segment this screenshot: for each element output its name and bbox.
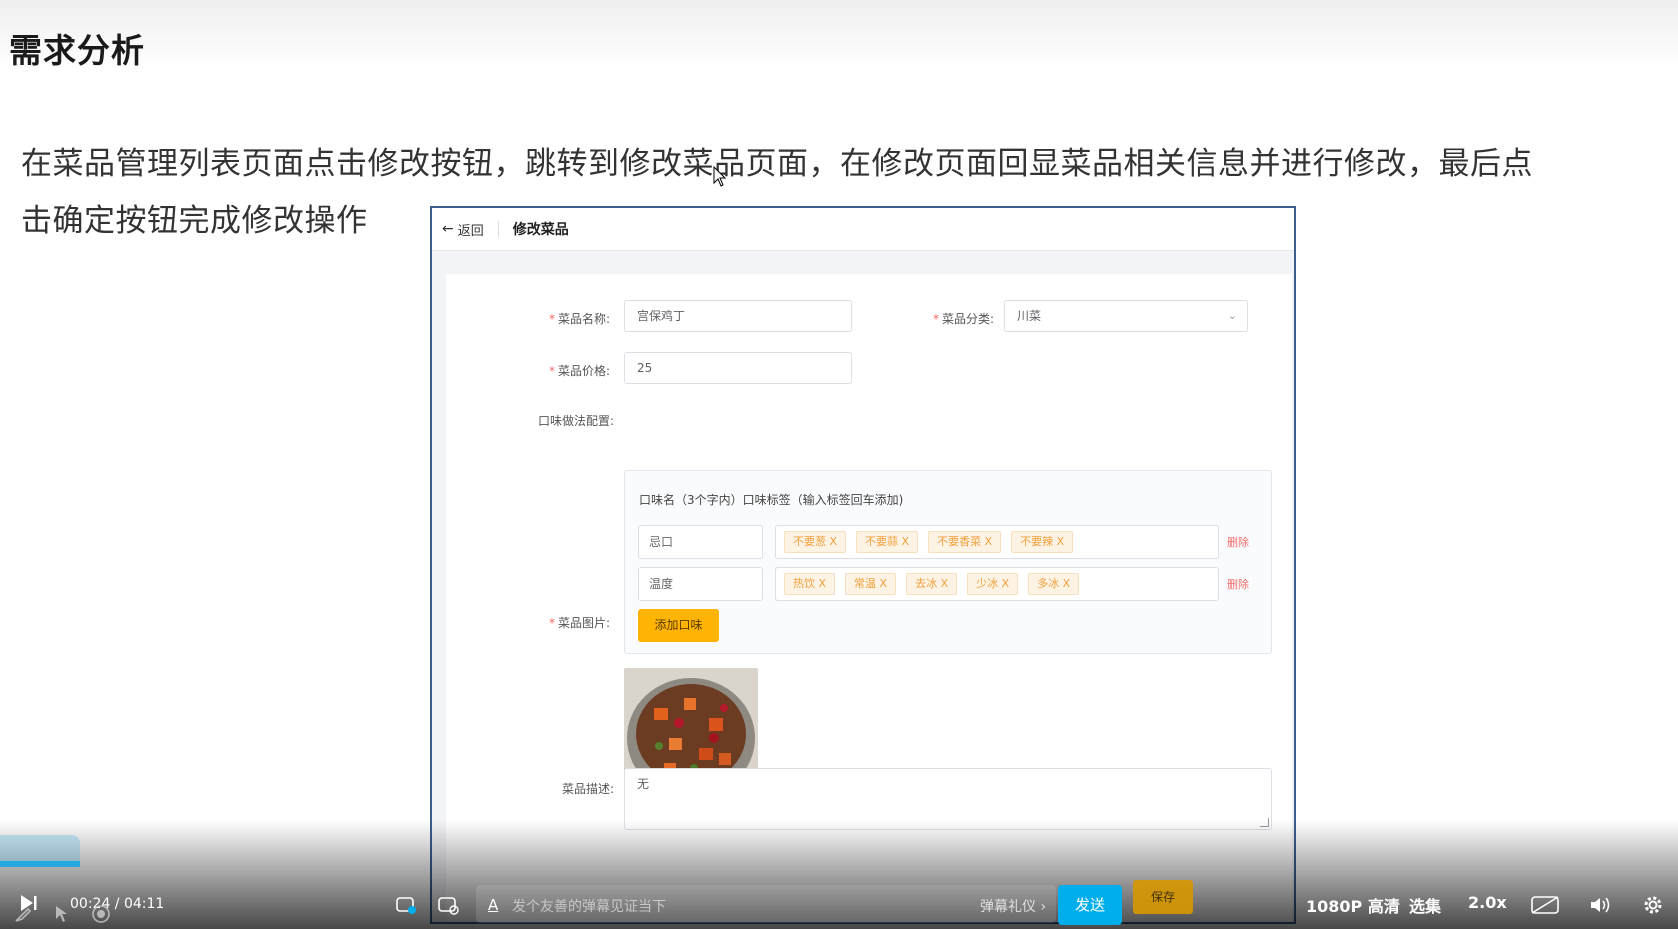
flavor-tag[interactable]: 热饮 X: [784, 573, 836, 595]
arrow-left-icon: ←: [442, 221, 454, 237]
dish-name-input[interactable]: 宫保鸡丁: [624, 300, 852, 332]
flavor-tag[interactable]: 多冰 X: [1028, 573, 1080, 595]
flavor-name-input[interactable]: 忌口: [638, 525, 763, 559]
progress-hover-preview: [0, 835, 80, 861]
back-label: 返回: [457, 223, 484, 239]
flavor-name-input[interactable]: 温度: [638, 567, 763, 601]
danmaku-settings-icon[interactable]: [437, 895, 459, 920]
window-header: ← 返回 修改菜品: [432, 208, 1294, 251]
flavor-config-label: 口味做法配置:: [537, 414, 614, 428]
flavor-tag[interactable]: 不要香菜 X: [928, 531, 1002, 553]
gear-icon[interactable]: [1642, 894, 1664, 921]
danmaku-input[interactable]: 发个友善的弹幕见证当下: [512, 896, 666, 916]
dish-category-select[interactable]: 川菜 ⌄: [1004, 300, 1248, 332]
flavor-tags-input[interactable]: 热饮 X 常温 X 去冰 X 少冰 X 多冰 X: [775, 567, 1219, 601]
flavor-tag[interactable]: 不要辣 X: [1011, 531, 1074, 553]
dish-price-label: * 菜品价格:: [548, 364, 610, 378]
episodes-button[interactable]: 选集: [1409, 893, 1441, 917]
slide-description-line-2: 击确定按钮完成修改操作: [21, 203, 368, 239]
text-style-icon[interactable]: A: [488, 896, 498, 914]
progress-bar-played[interactable]: [0, 861, 80, 867]
flavor-hint: 口味名（3个字内）口味标签（输入标签回车添加): [639, 493, 904, 507]
dish-price-input[interactable]: 25: [624, 352, 852, 384]
category-value: 川菜: [1017, 309, 1042, 323]
save-button[interactable]: 保存: [1133, 880, 1193, 914]
speed-selector[interactable]: 2.0x: [1468, 893, 1507, 912]
delete-flavor-button[interactable]: 删除: [1227, 576, 1249, 592]
total-time: 04:11: [123, 896, 165, 912]
record-icon[interactable]: [91, 904, 111, 929]
pointer-tool-icon[interactable]: [54, 904, 72, 929]
danmaku-etiquette-link[interactable]: 弹幕礼仪 ›: [980, 896, 1046, 916]
chevron-down-icon: ⌄: [1227, 309, 1237, 322]
dish-category-label: * 菜品分类:: [932, 312, 994, 326]
quality-selector[interactable]: 1080P 高清: [1306, 893, 1400, 917]
flavor-tag[interactable]: 不要蒜 X: [856, 531, 919, 553]
back-button[interactable]: ← 返回: [432, 220, 484, 239]
page-title: 修改菜品: [512, 222, 569, 238]
pen-icon[interactable]: [14, 905, 34, 928]
volume-icon[interactable]: [1589, 895, 1613, 920]
edit-dish-window: ← 返回 修改菜品 * 菜品名称: 宫保鸡丁 * 菜品分类: 川菜 ⌄ * 菜品价格:…: [430, 206, 1296, 924]
flavor-tags-input[interactable]: 不要葱 X 不要蒜 X 不要香菜 X 不要辣 X: [775, 525, 1219, 559]
flavor-tag[interactable]: 不要葱 X: [784, 531, 847, 553]
flavor-tag[interactable]: 去冰 X: [906, 573, 958, 595]
subtitle-icon[interactable]: [1530, 895, 1560, 920]
playback-time: 00:24 / 04:11: [70, 896, 164, 912]
dish-name-label: * 菜品名称:: [548, 312, 610, 326]
dish-desc-value: 无: [637, 777, 650, 791]
send-danmaku-button[interactable]: 发送: [1058, 885, 1122, 925]
dish-image-label: * 菜品图片:: [548, 616, 610, 630]
slide-description-line-1: 在菜品管理列表页面点击修改按钮，跳转到修改菜品页面，在修改页面回显菜品相关信息并…: [21, 146, 1533, 182]
delete-flavor-button[interactable]: 删除: [1227, 534, 1249, 550]
header-divider: [497, 221, 499, 237]
slide-title: 需求分析: [9, 31, 145, 70]
add-flavor-button[interactable]: 添加口味: [638, 609, 719, 642]
flavor-tag[interactable]: 常温 X: [845, 573, 897, 595]
time-separator: /: [110, 896, 124, 912]
dish-desc-label: 菜品描述:: [561, 782, 614, 796]
flavor-config-box: 口味名（3个字内）口味标签（输入标签回车添加) 忌口 不要葱 X 不要蒜 X 不…: [624, 470, 1272, 654]
flavor-tag[interactable]: 少冰 X: [967, 573, 1019, 595]
danmaku-toggle-icon[interactable]: [395, 895, 417, 920]
